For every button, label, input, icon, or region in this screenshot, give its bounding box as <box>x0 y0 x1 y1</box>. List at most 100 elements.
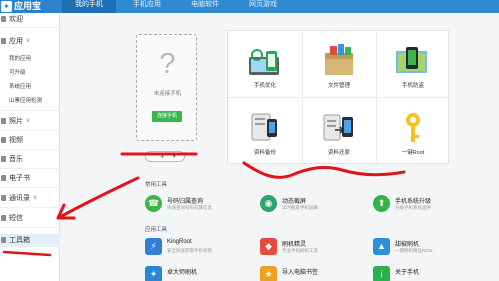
divider <box>0 187 60 188</box>
sidebar-item-contacts[interactable]: 通讯录 ∨ <box>0 193 60 204</box>
sidebar-item-label: 工具箱 <box>9 237 30 244</box>
sidebar-item-apps[interactable]: 应用 ∨ <box>0 36 60 47</box>
sidebar-item-welcome[interactable]: 欢迎 <box>0 14 60 25</box>
util-desc: 安全快速获取手机权限 <box>167 248 212 253</box>
ebook-icon <box>1 175 6 181</box>
tool-grid: 手机优化 文件管理 手机防盗 资料备份 资料还原 一键Root <box>227 30 450 165</box>
apps-icon <box>1 38 6 44</box>
util-about-phone[interactable]: i 关于手机 <box>373 266 491 281</box>
phone-antitheft-icon <box>396 47 427 73</box>
util-desc: 升级手机系统固件 <box>395 205 431 210</box>
app-title: 应用宝 <box>14 1 42 11</box>
util-desc: 专业手机刷机工具 <box>282 248 318 253</box>
sidebar-item-photos[interactable]: 照片 ∨ <box>0 116 60 127</box>
util-name: KingRoot <box>167 239 192 245</box>
divider <box>0 130 60 131</box>
tab-phone-apps[interactable]: 手机应用 <box>120 0 174 13</box>
sidebar-subitem-upgradable[interactable]: 可升级 <box>9 69 26 77</box>
tool-data-backup[interactable]: 资料备份 <box>228 98 302 164</box>
app-logo: ✦ 应用宝 <box>0 0 62 13</box>
tab-pc-software[interactable]: 电脑软件 <box>178 0 232 13</box>
data-backup-icon <box>251 113 277 141</box>
util-kingroot[interactable]: ⚡ KingRoot 安全快速获取手机权限 <box>145 238 263 258</box>
annotation-arrowhead <box>56 203 76 220</box>
util-name: 甜椒刷机 <box>395 242 420 248</box>
util-name: 手机系统升级 <box>395 199 432 205</box>
util-name: 卓大师刷机 <box>167 270 198 276</box>
tool-label: 手机优化 <box>253 83 276 89</box>
sidebar-item-video[interactable]: 视频 <box>0 135 60 146</box>
screenshot-icon: ◉ <box>260 195 277 212</box>
zhuodashi-icon: ✦ <box>145 266 162 281</box>
tool-label: 资料还原 <box>327 150 350 156</box>
util-tianjiao[interactable]: ▲ 甜椒刷机 一键刷机精品ROM <box>373 238 491 258</box>
util-phone-lookup[interactable]: ☎ 号码归属查询 快速查询号码归属信息 <box>145 195 263 215</box>
sidebar-item-label: 欢迎 <box>9 16 23 23</box>
tool-label: 手机防盗 <box>401 83 424 89</box>
divider <box>0 207 60 208</box>
util-system-upgrade[interactable]: ⬆ 手机系统升级 升级手机系统固件 <box>373 195 491 215</box>
divider <box>0 149 60 150</box>
about-phone-icon: i <box>373 266 390 281</box>
chevron-down-icon[interactable]: ▾ <box>173 152 176 162</box>
util-desc: 快速查询号码归属信息 <box>167 205 212 210</box>
sidebar-item-label: 音乐 <box>9 156 23 163</box>
app-logo-icon: ✦ <box>1 1 12 12</box>
sidebar-item-label: 通讯录 <box>9 195 30 202</box>
sidebar-subitem-fake-app-check[interactable]: 山寨应用检测 <box>9 97 42 105</box>
tab-web-games[interactable]: 网页游戏 <box>236 0 290 13</box>
util-desc: 实时截取手机屏幕 <box>282 205 318 210</box>
divider <box>0 168 60 169</box>
sidebar-subitem-system-apps[interactable]: 系统应用 <box>9 83 31 91</box>
sidebar-item-label: 短信 <box>9 215 23 222</box>
connect-phone-button[interactable]: 连接手机 <box>152 111 182 122</box>
sidebar-item-toolbox[interactable]: 工具箱 <box>0 234 60 247</box>
bookmark-import-icon: ★ <box>260 266 277 281</box>
top-navigation-bar: ✦ 应用宝 我的手机 手机应用 电脑软件 网页游戏 <box>0 0 499 13</box>
util-bookmark-import[interactable]: ★ 导入电脑书签 <box>260 266 378 281</box>
file-manager-icon <box>325 44 353 75</box>
photos-icon <box>1 118 6 124</box>
util-zhuodashi[interactable]: ✦ 卓大师刷机 <box>145 266 263 281</box>
video-icon <box>1 137 6 143</box>
contacts-icon <box>1 195 6 201</box>
tool-key-root[interactable]: 一键Root <box>376 98 450 164</box>
flash-wizard-icon: ◆ <box>260 238 277 255</box>
chevron-down-icon[interactable]: ∨ <box>26 116 30 127</box>
sms-icon <box>1 215 6 221</box>
toolbox-icon <box>1 237 6 243</box>
util-name: 关于手机 <box>395 270 420 276</box>
util-screenshot[interactable]: ◉ 动态截屏 实时截取手机屏幕 <box>260 195 378 215</box>
home-icon <box>1 16 6 22</box>
plus-icon[interactable]: + <box>160 152 165 161</box>
section-title-common-tools: 常用工具 <box>145 182 168 188</box>
sidebar-subitem-my-apps[interactable]: 我的应用 <box>9 55 31 63</box>
tool-label: 一键Root <box>401 150 425 156</box>
util-flash-wizard[interactable]: ◆ 刷机精灵 专业手机刷机工具 <box>260 238 378 258</box>
data-restore-icon <box>323 114 353 141</box>
divider <box>0 27 60 28</box>
chevron-down-icon[interactable]: ∨ <box>26 36 30 47</box>
sidebar-item-label: 照片 <box>9 118 23 125</box>
chevron-down-icon[interactable]: ∨ <box>33 193 37 204</box>
tianjiao-icon: ▲ <box>373 238 390 255</box>
sidebar-item-music[interactable]: 音乐 <box>0 154 60 165</box>
tool-file-manager[interactable]: 文件管理 <box>302 31 376 97</box>
music-icon <box>1 156 6 162</box>
phone-status-text: 未连接手机 <box>153 91 182 97</box>
tab-my-phone[interactable]: 我的手机 <box>62 0 116 13</box>
sidebar-item-sms[interactable]: 短信 <box>0 213 60 224</box>
tool-phone-antitheft[interactable]: 手机防盗 <box>376 31 450 97</box>
sidebar: 欢迎 应用 ∨ 我的应用 可升级 系统应用 山寨应用检测 照片 ∨ 视频 音乐 … <box>0 13 60 281</box>
system-upgrade-icon: ⬆ <box>373 195 390 212</box>
sidebar-item-ebook[interactable]: 电子书 <box>0 173 60 184</box>
tool-phone-optimize[interactable]: 手机优化 <box>228 31 302 97</box>
util-name: 动态截屏 <box>282 199 307 205</box>
sidebar-item-label: 应用 <box>9 38 23 45</box>
question-mark-icon: ? <box>159 48 176 80</box>
sidebar-item-label: 视频 <box>9 137 23 144</box>
tool-data-restore[interactable]: 资料还原 <box>302 98 376 164</box>
sidebar-item-label: 电子书 <box>9 175 30 182</box>
kingroot-icon: ⚡ <box>145 238 162 255</box>
add-device-control[interactable]: + ▾ <box>145 151 185 162</box>
